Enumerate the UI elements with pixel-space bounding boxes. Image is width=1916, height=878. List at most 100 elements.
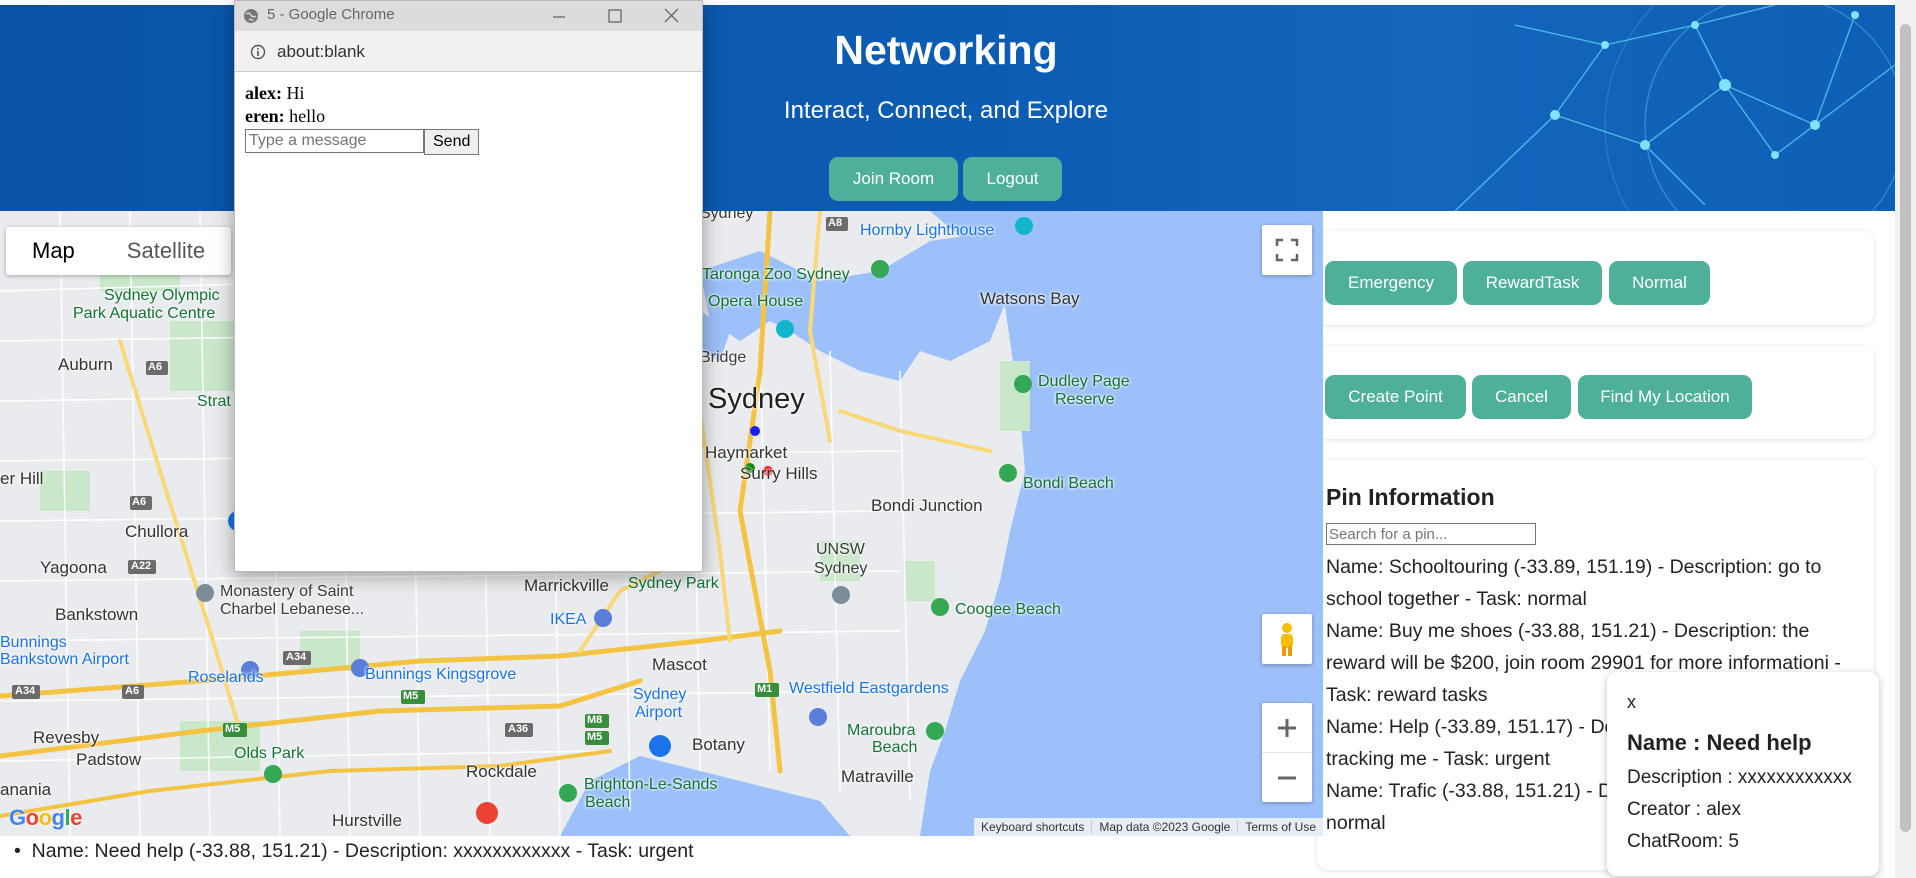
emergency-filter-button[interactable]: Emergency — [1325, 261, 1457, 305]
map-label: Hurstville — [332, 811, 402, 830]
map-label: Surry Hills — [740, 464, 818, 483]
road-m5: M5 — [225, 723, 241, 735]
map-label: er Hill — [0, 469, 44, 488]
scrollbar-thumb[interactable] — [1900, 24, 1911, 832]
reward-task-filter-button[interactable]: RewardTask — [1463, 261, 1602, 305]
map-label: Bunnings Kingsgrove — [365, 666, 517, 683]
globe-icon — [244, 9, 258, 23]
map-label: IKEA — [550, 611, 587, 628]
map-label: Maroubra — [847, 722, 916, 739]
map-label: Watsons Bay — [980, 289, 1080, 308]
map-label: Charbel Lebanese... — [220, 601, 365, 618]
road-a6: A6 — [132, 496, 147, 508]
normal-filter-button[interactable]: Normal — [1609, 261, 1710, 305]
window-titlebar[interactable]: 5 - Google Chrome — [235, 1, 702, 31]
pegman-icon — [1281, 623, 1293, 656]
road-a34: A34 — [286, 651, 307, 663]
cancel-button[interactable]: Cancel — [1472, 375, 1571, 419]
chat-message: alex: Hi — [245, 82, 692, 105]
road-m8: M8 — [587, 714, 603, 726]
map-label: Rockdale — [466, 762, 537, 781]
pin-info-title: Pin Information — [1326, 484, 1495, 510]
info-icon — [250, 44, 266, 60]
map-label: anania — [0, 780, 52, 799]
create-point-button[interactable]: Create Point — [1325, 375, 1466, 419]
map-label: Dudley Page — [1038, 373, 1130, 390]
map-type-map-button[interactable]: Map — [6, 227, 101, 275]
popup-creator: Creator : alex — [1627, 799, 1742, 820]
address-url: about:blank — [277, 42, 365, 61]
popup-close-button[interactable]: x — [1627, 692, 1636, 713]
zoom-out-button[interactable] — [1262, 753, 1312, 802]
map-label: Matraville — [841, 767, 914, 786]
chat-input-row: Send — [245, 129, 692, 155]
map-label: Bankstown Airport — [0, 651, 129, 668]
zoom-control — [1262, 703, 1312, 802]
window-title: 5 - Google Chrome — [267, 6, 395, 23]
chat-content: alex: Hi eren: hello Send — [235, 72, 702, 165]
map-label: Monastery of Saint — [220, 583, 354, 600]
road-a8: A8 — [828, 217, 843, 229]
popup-name: Name : Need help — [1627, 730, 1812, 755]
map-label: Beach — [872, 739, 918, 756]
scrollbar[interactable] — [1895, 0, 1916, 878]
zoom-in-button[interactable] — [1262, 703, 1312, 753]
chat-message: eren: hello — [245, 105, 692, 128]
keyboard-shortcuts-link[interactable]: Keyboard shortcuts — [974, 820, 1093, 834]
maximize-icon[interactable] — [608, 9, 622, 23]
map-label: Beach — [585, 794, 631, 811]
street-view-pegman[interactable] — [1262, 614, 1312, 664]
road-a22: A22 — [131, 560, 152, 572]
logout-button[interactable]: Logout — [963, 157, 1062, 201]
map-label: Sydney Olympic — [104, 287, 220, 304]
road-m5: M5 — [403, 690, 419, 702]
map-label: Brighton-Le-Sands — [584, 776, 718, 793]
map-label: Sydney — [633, 686, 687, 703]
bullet-icon: • — [14, 840, 32, 862]
map-label: Opera House — [708, 293, 804, 310]
chat-username: eren: — [245, 106, 285, 126]
map-label: Strat — [197, 393, 231, 410]
map-attribution: Keyboard shortcuts Map data ©2023 Google… — [973, 818, 1323, 836]
fullscreen-button[interactable] — [1262, 225, 1312, 275]
join-room-button[interactable]: Join Room — [829, 157, 958, 201]
map-type-satellite-button[interactable]: Satellite — [101, 227, 231, 275]
terms-of-use-link[interactable]: Terms of Use — [1238, 820, 1323, 834]
map-label: Padstow — [76, 750, 142, 769]
map-label: Taronga Zoo Sydney — [702, 266, 850, 283]
pin-info-popup: x Name : Need help Description : xxxxxxx… — [1607, 672, 1879, 876]
map-label: Botany — [692, 735, 745, 754]
map-label: Reserve — [1055, 391, 1115, 408]
pin-search-input[interactable] — [1326, 523, 1536, 545]
map-label: Marrickville — [524, 576, 609, 595]
find-my-location-button[interactable]: Find My Location — [1578, 375, 1752, 419]
minimize-icon[interactable] — [552, 10, 566, 24]
map-data-text: Map data ©2023 Google — [1092, 820, 1239, 834]
map-label: Sydney Park — [628, 575, 719, 592]
popup-description: Description : xxxxxxxxxxxx — [1627, 767, 1852, 788]
road-a36: A36 — [508, 723, 529, 735]
message-input[interactable] — [245, 129, 424, 153]
popup-chatroom: ChatRoom: 5 — [1627, 831, 1739, 852]
map-label: Mascot — [652, 655, 707, 674]
map-label: Hornby Lighthouse — [860, 222, 995, 239]
map-label: Auburn — [58, 355, 113, 374]
map-label: Bridge — [700, 349, 747, 366]
map-label: Bondi Junction — [871, 496, 983, 515]
chat-text: hello — [284, 106, 326, 126]
road-m5: M5 — [587, 731, 603, 743]
road-a6: A6 — [148, 361, 163, 373]
address-bar[interactable]: about:blank — [235, 31, 702, 72]
map-label: Bunnings — [0, 634, 67, 651]
plus-icon — [1278, 718, 1296, 737]
chat-username: alex: — [245, 83, 282, 103]
close-icon[interactable] — [664, 8, 679, 23]
send-button[interactable]: Send — [424, 129, 480, 155]
fullscreen-icon — [1275, 238, 1299, 262]
map-label: Revesby — [33, 728, 100, 747]
pin-item[interactable]: Name: Schooltouring (-33.89, 151.19) - D… — [1326, 551, 1856, 615]
road-a34: A34 — [15, 685, 36, 697]
map-label: Yagoona — [40, 558, 107, 577]
map-label: Sydney — [814, 560, 868, 577]
map-label: Park Aquatic Centre — [73, 305, 216, 322]
